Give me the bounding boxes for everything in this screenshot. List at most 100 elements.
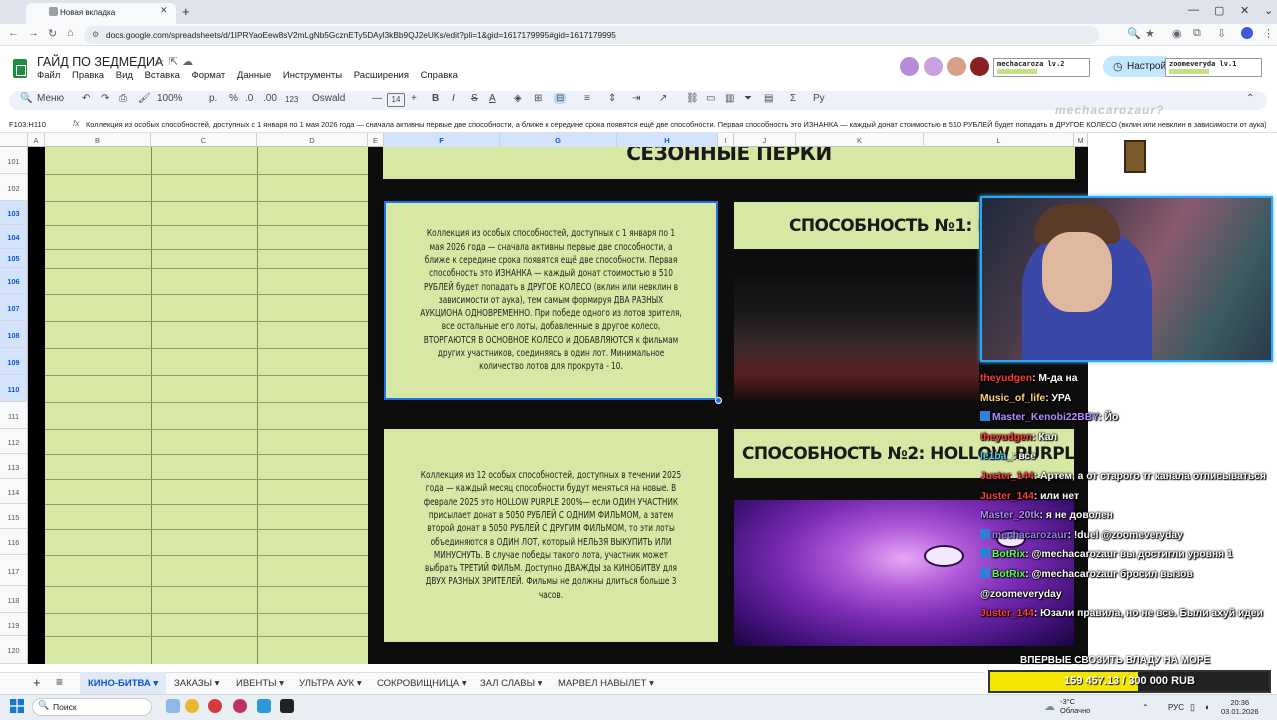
title-action-icons[interactable]: ☆⇱☁ bbox=[155, 55, 197, 68]
column-header[interactable]: H bbox=[617, 133, 718, 147]
column-header[interactable]: F bbox=[384, 133, 500, 147]
row-header[interactable]: 105 bbox=[0, 249, 28, 268]
browser-menu-icon[interactable]: ⋮ bbox=[1263, 27, 1274, 40]
horizontal-align-icon[interactable]: ≡ bbox=[584, 93, 590, 104]
sheet-tab-hall-of-fame[interactable]: ЗАЛ СЛАВЫ ▾ bbox=[480, 672, 542, 694]
menu-extensions[interactable]: Расширения bbox=[354, 70, 409, 81]
section-title[interactable]: СЕЗОННЫЕ ПЕРКИ bbox=[383, 147, 1075, 179]
text-rotate-icon[interactable]: ↗ bbox=[659, 93, 667, 104]
row-header[interactable]: 113 bbox=[0, 454, 28, 479]
undo-icon[interactable]: ↶ bbox=[82, 93, 90, 104]
row-header[interactable]: 115 bbox=[0, 504, 28, 529]
tab-close-icon[interactable]: ✕ bbox=[160, 5, 168, 16]
font-select[interactable]: Oswald bbox=[312, 93, 345, 104]
insert-comment-icon[interactable]: ▭ bbox=[706, 93, 715, 104]
perk-description-cell-1[interactable]: Коллекция из особых способностей, доступ… bbox=[384, 201, 718, 400]
sheet-tab-ultra-auk[interactable]: УЛЬТРА АУК ▾ bbox=[299, 672, 362, 694]
column-header-m[interactable]: M bbox=[1074, 133, 1088, 147]
tab-search-icon[interactable]: ⌄ bbox=[1264, 4, 1273, 17]
all-sheets-icon[interactable]: ≡ bbox=[56, 672, 63, 694]
task-view-icon[interactable] bbox=[166, 699, 180, 713]
app-icon[interactable] bbox=[280, 699, 294, 713]
collaborator-avatar[interactable] bbox=[947, 57, 966, 76]
merge-cells-icon[interactable]: ⊟ bbox=[554, 93, 567, 104]
volume-icon[interactable]: ◖ bbox=[1204, 702, 1209, 712]
sheet-tab-orders[interactable]: ЗАКАЗЫ ▾ bbox=[174, 672, 219, 694]
row-header[interactable]: 117 bbox=[0, 555, 28, 586]
search-menu-icon[interactable]: 🔍 bbox=[20, 93, 32, 104]
spellcheck-icon[interactable]: Ру bbox=[813, 93, 825, 104]
column-header[interactable]: B bbox=[45, 133, 151, 147]
decrease-decimal-button[interactable]: .0 bbox=[245, 93, 253, 104]
filter-views-icon[interactable]: ▤ bbox=[764, 93, 773, 104]
row-header[interactable]: 103 bbox=[0, 201, 28, 225]
app-icon[interactable] bbox=[208, 699, 222, 713]
taskbar-search[interactable]: Поиск bbox=[32, 698, 152, 716]
fill-color-icon[interactable]: ◈ bbox=[514, 93, 522, 104]
bookmark-star-icon[interactable]: ★ bbox=[1145, 27, 1155, 40]
redo-icon[interactable]: ↷ bbox=[101, 93, 109, 104]
column-header[interactable]: L bbox=[924, 133, 1074, 147]
sheets-logo-icon[interactable] bbox=[13, 59, 27, 78]
row-header[interactable]: 107 bbox=[0, 294, 28, 321]
maximize-icon[interactable]: ▢ bbox=[1214, 4, 1224, 17]
formula-input[interactable]: Коллекция из особых способностей, доступ… bbox=[86, 120, 1266, 129]
weather-widget[interactable]: -3°C Облачно bbox=[1060, 697, 1090, 715]
extension-icon[interactable]: ◉ bbox=[1172, 27, 1182, 40]
font-size-input[interactable]: 14 bbox=[387, 93, 405, 107]
text-color-icon[interactable]: A bbox=[489, 93, 496, 104]
more-formats-button[interactable]: 123 bbox=[285, 95, 298, 104]
menu-help[interactable]: Справка bbox=[421, 70, 458, 81]
history-icon[interactable]: ◷ bbox=[1113, 60, 1123, 73]
column-header[interactable]: A bbox=[28, 133, 45, 147]
address-bar[interactable]: docs.google.com/spreadsheets/d/1IPRYaoEe… bbox=[84, 26, 1099, 44]
collaborator-avatar[interactable] bbox=[900, 57, 919, 76]
row-header[interactable]: 104 bbox=[0, 225, 28, 249]
row-header[interactable]: 120 bbox=[0, 636, 28, 664]
name-box[interactable]: F103:H110 bbox=[9, 120, 46, 129]
row-header[interactable]: 114 bbox=[0, 479, 28, 504]
sheet-tab-kino-bitva[interactable]: КИНО-БИТВА ▾ bbox=[80, 672, 167, 694]
new-tab-button[interactable]: + bbox=[182, 4, 190, 19]
menu-view[interactable]: Вид bbox=[116, 70, 133, 81]
row-header[interactable]: 101 bbox=[0, 147, 28, 174]
strikethrough-icon[interactable]: S bbox=[471, 93, 478, 104]
collaborator-avatar[interactable] bbox=[924, 57, 943, 76]
menu-format[interactable]: Формат bbox=[192, 70, 226, 81]
taskbar-clock[interactable]: 20:36 03.01.2026 bbox=[1221, 698, 1259, 716]
collapse-toolbar-icon[interactable]: ⌃ bbox=[1246, 93, 1254, 104]
obs-app-icon[interactable] bbox=[233, 699, 247, 713]
menu-tools[interactable]: Инструменты bbox=[283, 70, 342, 81]
print-icon[interactable]: ⎙ bbox=[119, 93, 127, 104]
column-header[interactable]: K bbox=[796, 133, 924, 147]
row-header[interactable]: 118 bbox=[0, 586, 28, 613]
row-header[interactable]: 116 bbox=[0, 529, 28, 555]
language-indicator[interactable]: РУС bbox=[1168, 703, 1184, 712]
column-header[interactable]: G bbox=[500, 133, 617, 147]
row-header[interactable]: 110 bbox=[0, 375, 28, 402]
italic-icon[interactable]: I bbox=[452, 93, 455, 104]
forward-icon[interactable]: → bbox=[28, 27, 39, 39]
select-all-corner[interactable] bbox=[0, 133, 28, 147]
row-header[interactable]: 106 bbox=[0, 268, 28, 294]
extensions-puzzle-icon[interactable]: ⧉ bbox=[1193, 27, 1201, 40]
vertical-align-icon[interactable]: ⇕ bbox=[608, 93, 616, 104]
reload-icon[interactable]: ↻ bbox=[48, 27, 57, 40]
profile-avatar[interactable] bbox=[1241, 27, 1253, 39]
increase-decimal-button[interactable]: .00 bbox=[263, 93, 277, 104]
column-header[interactable]: E bbox=[368, 133, 384, 147]
row-header[interactable]: 112 bbox=[0, 429, 28, 454]
chrome-app-icon[interactable] bbox=[185, 699, 199, 713]
zoom-icon[interactable]: 🔍 bbox=[1127, 27, 1141, 40]
telegram-app-icon[interactable] bbox=[257, 699, 271, 713]
decrease-font-icon[interactable]: — bbox=[372, 93, 382, 104]
ability-1-header[interactable]: СПОСОБНОСТЬ №1: ИЗН bbox=[734, 202, 979, 249]
add-sheet-button[interactable]: + bbox=[33, 672, 41, 694]
download-icon[interactable]: ⇩ bbox=[1217, 27, 1226, 40]
filter-icon[interactable]: ⏷ bbox=[744, 93, 752, 104]
home-icon[interactable]: ⌂ bbox=[67, 27, 74, 39]
percent-format-button[interactable]: % bbox=[229, 93, 238, 104]
site-info-icon[interactable]: ⚙ bbox=[92, 30, 99, 39]
selection-drag-handle[interactable] bbox=[715, 397, 722, 404]
column-header[interactable]: C bbox=[151, 133, 257, 147]
